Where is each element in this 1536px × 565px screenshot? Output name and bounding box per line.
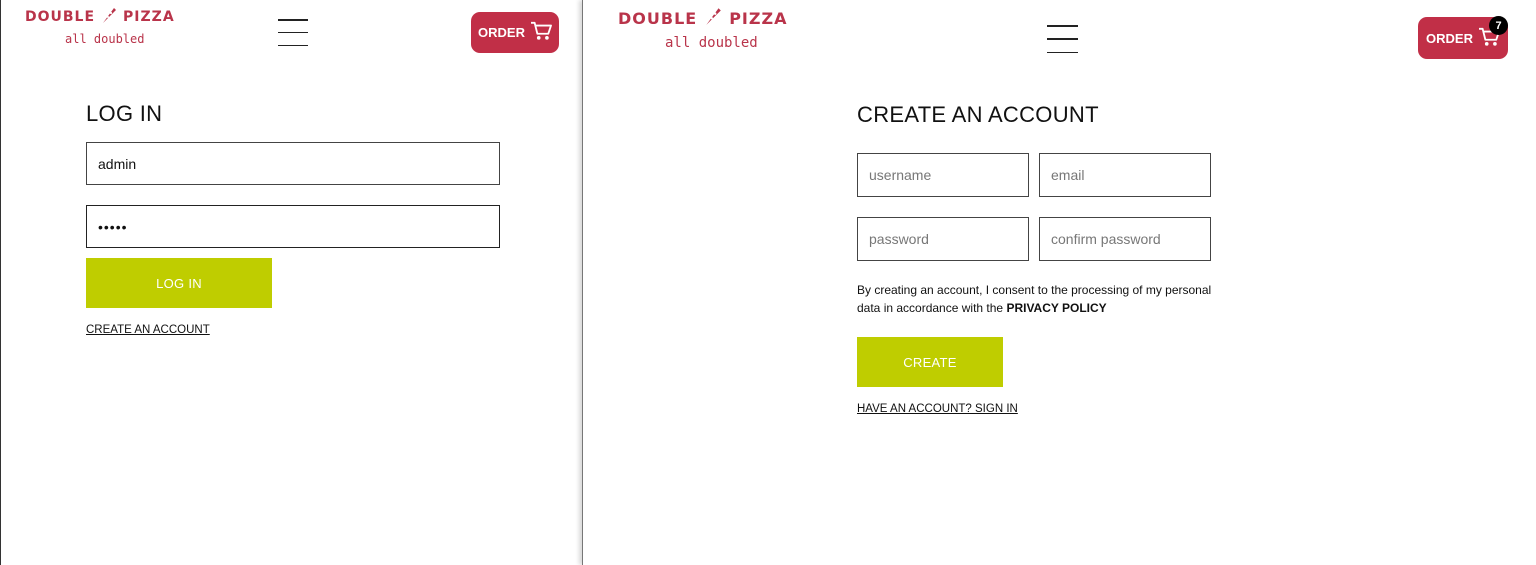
- brand-tagline: all doubled: [665, 35, 758, 51]
- sign-in-link[interactable]: HAVE AN ACCOUNT? SIGN IN: [857, 403, 1018, 415]
- password-input[interactable]: [869, 231, 1017, 247]
- password-field[interactable]: [857, 217, 1029, 261]
- register-panel: DOUBLE PIZZA all doubled ORDER 7 CREATE …: [582, 0, 1536, 565]
- confirm-password-field[interactable]: [1039, 217, 1211, 261]
- username-field[interactable]: [86, 142, 500, 185]
- brand-name-right: PIZZA: [123, 9, 175, 25]
- shopping-cart-icon: [530, 21, 552, 44]
- login-panel: DOUBLE PIZZA all doubled ORDER LOG IN ••…: [0, 0, 582, 565]
- brand-tagline: all doubled: [65, 32, 145, 46]
- username-input[interactable]: [869, 167, 1017, 183]
- username-input[interactable]: [98, 155, 488, 172]
- brand-logo[interactable]: DOUBLE PIZZA all doubled: [618, 6, 787, 51]
- password-field[interactable]: •••••: [86, 205, 500, 248]
- order-button[interactable]: ORDER: [471, 12, 559, 53]
- privacy-policy-link[interactable]: PRIVACY POLICY: [1006, 301, 1106, 315]
- create-account-link[interactable]: CREATE AN ACCOUNT: [86, 324, 210, 336]
- pizza-slice-icon: [101, 6, 117, 28]
- login-button[interactable]: LOG IN: [86, 258, 272, 308]
- email-field[interactable]: [1039, 153, 1211, 197]
- order-label: ORDER: [478, 25, 525, 40]
- username-field[interactable]: [857, 153, 1029, 197]
- cart-count-badge: 7: [1489, 16, 1508, 35]
- order-label: ORDER: [1426, 30, 1473, 46]
- create-button[interactable]: CREATE: [857, 337, 1003, 387]
- email-input[interactable]: [1051, 167, 1199, 183]
- brand-name-left: DOUBLE: [25, 9, 96, 25]
- brand-logo[interactable]: DOUBLE PIZZA all doubled: [25, 6, 175, 46]
- confirm-password-input[interactable]: [1051, 231, 1199, 247]
- page-title: LOG IN: [86, 101, 163, 126]
- consent-text-block: By creating an account, I consent to the…: [857, 281, 1217, 317]
- brand-name-left: DOUBLE: [618, 8, 698, 28]
- hamburger-menu-icon[interactable]: [1047, 25, 1078, 53]
- pizza-slice-icon: [704, 6, 722, 30]
- page-title: CREATE AN ACCOUNT: [857, 102, 1099, 127]
- password-input[interactable]: •••••: [98, 219, 128, 235]
- brand-name-right: PIZZA: [729, 8, 788, 28]
- hamburger-menu-icon[interactable]: [278, 19, 308, 46]
